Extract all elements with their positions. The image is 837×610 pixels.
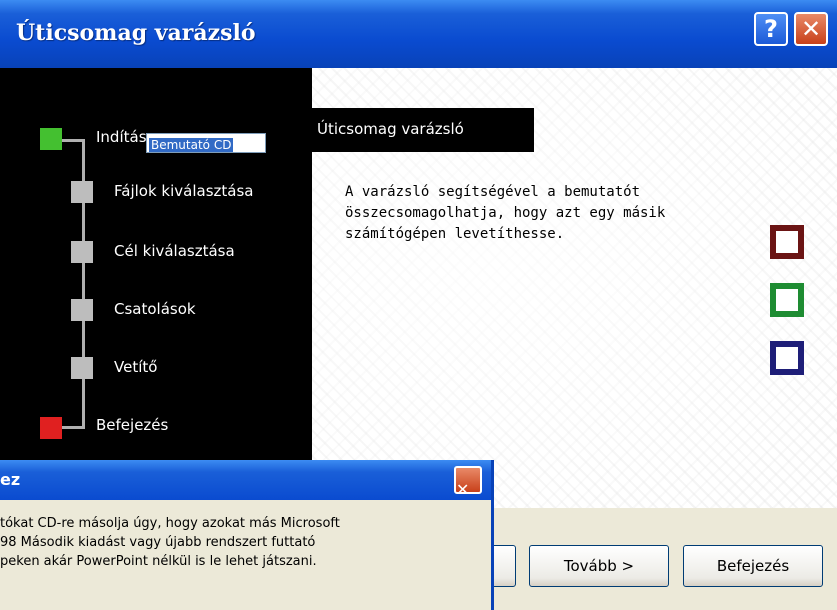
step-indicator-links-icon <box>71 299 93 321</box>
dialog-close-button[interactable]: ✕ <box>454 466 482 499</box>
step-connector <box>62 426 84 429</box>
dialog-title: ez <box>0 470 21 489</box>
next-button[interactable]: Tovább > <box>529 545 669 587</box>
wizard-description: A varázsló segítségével a bemutatót össz… <box>345 184 666 242</box>
window-title: Úticsomag varázsló <box>16 20 256 46</box>
close-button[interactable]: ✕ <box>794 12 828 46</box>
green-square-icon <box>770 283 804 317</box>
step-label-files: Fájlok kiválasztása <box>114 182 254 200</box>
step-label-links: Csatolások <box>114 300 196 318</box>
dialog-text-line: peken akár PowerPoint nélkül is le lehet… <box>0 554 317 569</box>
dialog-text-line: 98 Második kiadást vagy újabb rendszert … <box>0 535 316 550</box>
title-bar[interactable]: Úticsomag varázsló ? ✕ <box>0 0 837 68</box>
step-indicator-finish-icon <box>40 417 62 439</box>
step-indicator-player-icon <box>71 357 93 379</box>
step-indicator-destination-icon <box>71 241 93 263</box>
blue-square-icon <box>770 341 804 375</box>
help-icon: ? <box>764 15 778 43</box>
dialog-text-line: tókat CD-re másolja úgy, hogy azokat más… <box>0 516 340 531</box>
finish-button[interactable]: Befejezés <box>683 545 823 587</box>
content-header-title: Úticsomag varázsló <box>317 120 464 138</box>
step-indicator-files-icon <box>71 181 93 203</box>
close-icon: ✕ <box>456 480 470 499</box>
content-header: Úticsomag varázsló <box>312 108 534 152</box>
cd-name-input[interactable]: Bemutató CD <box>146 133 266 153</box>
close-icon: ✕ <box>800 15 822 43</box>
cd-name-value: Bemutató CD <box>149 138 234 152</box>
package-cd-dialog: ez ✕ tókat CD-re másolja úgy, hogy azoka… <box>0 460 494 610</box>
dialog-description: tókat CD-re másolja úgy, hogy azokat más… <box>0 514 480 571</box>
step-label-finish: Befejezés <box>96 416 169 434</box>
help-button[interactable]: ? <box>754 12 788 46</box>
step-label-player: Vetítő <box>114 358 158 376</box>
step-label-destination: Cél kiválasztása <box>114 242 235 260</box>
step-connector <box>62 139 84 142</box>
step-indicator-start-icon <box>40 128 62 150</box>
dialog-title-bar[interactable]: ez ✕ <box>0 460 491 500</box>
step-label-start: Indítás <box>96 128 147 146</box>
red-square-icon <box>770 225 804 259</box>
